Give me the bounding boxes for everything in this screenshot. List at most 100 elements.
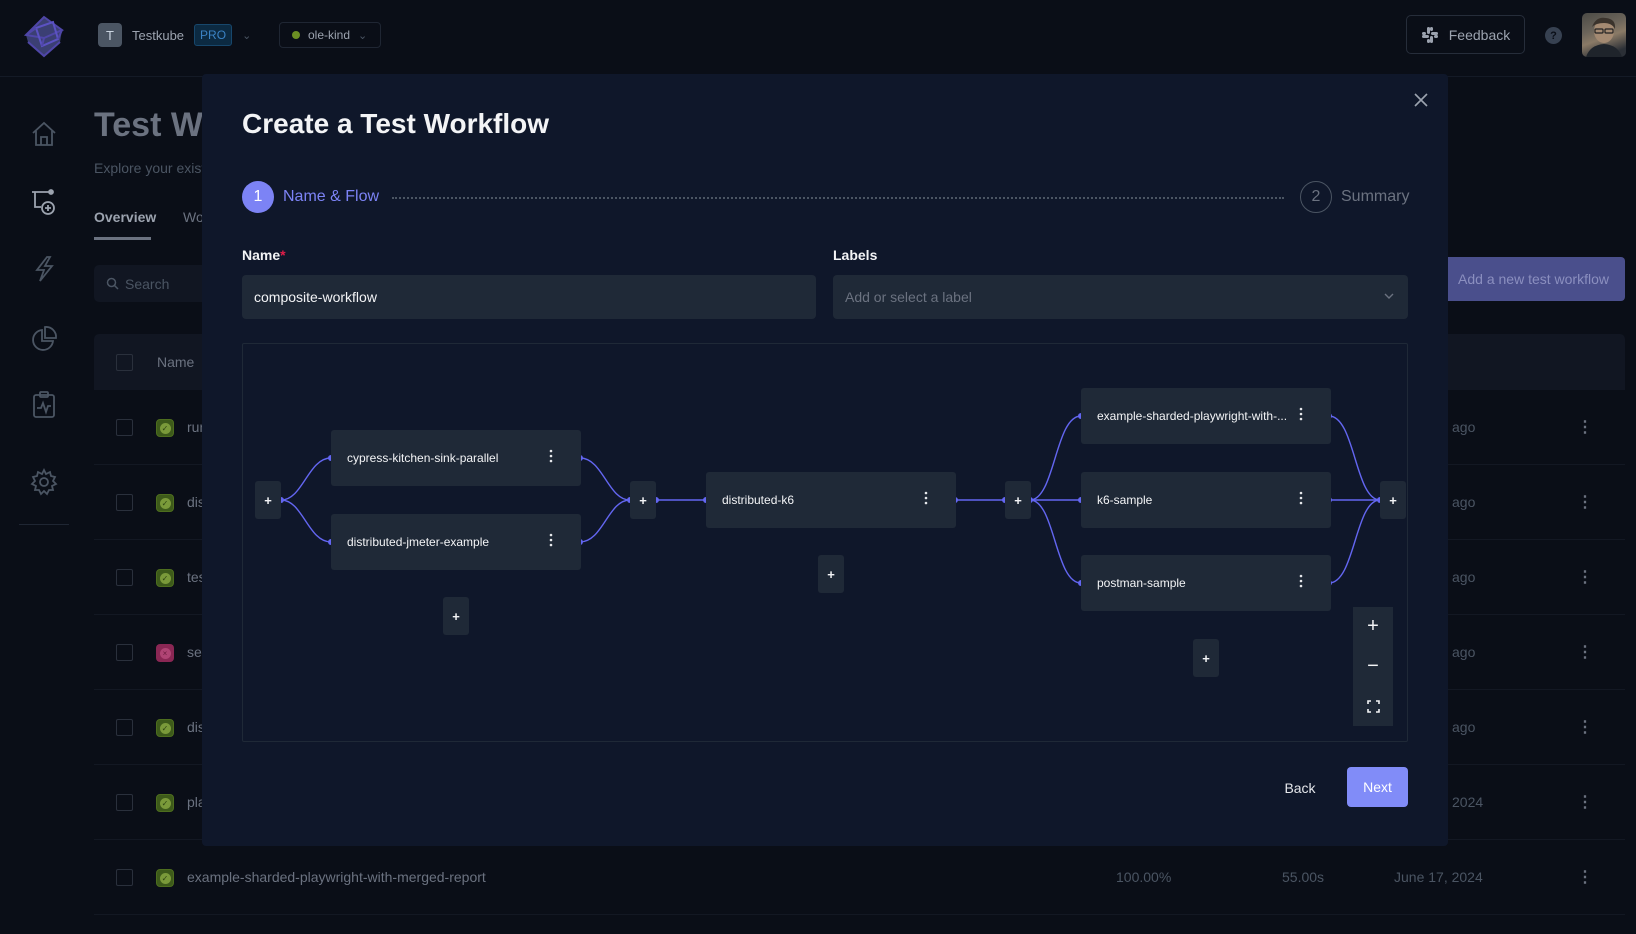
add-test-workflow-button[interactable]: Add a new test workflow — [1420, 257, 1625, 301]
row-checkbox[interactable] — [116, 719, 133, 736]
node-more-icon[interactable] — [1299, 490, 1303, 506]
row-checkbox[interactable] — [116, 794, 133, 811]
next-button[interactable]: Next — [1347, 767, 1408, 807]
row-checkbox[interactable] — [116, 869, 133, 886]
flow-node[interactable]: example-sharded-playwright-with-... — [1081, 388, 1331, 444]
node-more-icon[interactable] — [1299, 573, 1303, 589]
name-label-text: Name — [242, 247, 281, 263]
node-more-icon[interactable] — [1299, 406, 1303, 422]
row-name: example-sharded-playwright-with-merged-r… — [187, 869, 486, 885]
search-placeholder: Search — [125, 275, 170, 292]
user-photo — [1586, 17, 1622, 57]
lightning-icon[interactable] — [29, 254, 59, 284]
node-more-icon[interactable] — [549, 532, 553, 548]
fit-view-button[interactable] — [1353, 687, 1393, 726]
labels-select[interactable]: Add or select a label — [833, 275, 1408, 319]
chevron-down-icon: ⌄ — [242, 29, 252, 42]
step-label: Summary — [1341, 188, 1410, 205]
row-more-icon[interactable]: ⋮ — [1577, 717, 1593, 737]
row-checkbox[interactable] — [116, 644, 133, 661]
fullscreen-icon — [1366, 699, 1380, 713]
row-more-icon[interactable]: ⋮ — [1577, 792, 1593, 812]
row-checkbox[interactable] — [116, 494, 133, 511]
row-date: ago — [1452, 569, 1476, 585]
zoom-in-button[interactable]: + — [1353, 607, 1393, 646]
workflow-name-input[interactable] — [242, 275, 816, 319]
add-parallel-step-button[interactable]: + — [443, 597, 469, 635]
close-icon[interactable] — [1410, 89, 1432, 111]
feedback-label: Feedback — [1448, 26, 1511, 43]
environment-switcher[interactable]: ole-kind ⌄ — [279, 22, 381, 48]
chevron-down-icon: ⌄ — [358, 29, 368, 42]
search-icon — [106, 277, 119, 290]
required-mark: * — [280, 247, 286, 263]
zoom-out-button[interactable]: − — [1353, 647, 1393, 686]
sidebar-divider — [19, 524, 69, 525]
help-icon[interactable]: ? — [1545, 27, 1562, 44]
row-date: ago — [1452, 419, 1476, 435]
sidebar — [0, 77, 88, 927]
node-more-icon[interactable] — [549, 448, 553, 464]
row-more-icon[interactable]: ⋮ — [1577, 642, 1593, 662]
step-number: 2 — [1300, 181, 1332, 213]
row-pass-rate: 100.00% — [1116, 869, 1172, 885]
step-name-flow: 1 Name & Flow — [242, 181, 379, 213]
row-date: ago — [1452, 644, 1476, 660]
tab-overview[interactable]: Overview — [94, 209, 156, 225]
organization-switcher[interactable]: T Testkube PRO ⌄ — [98, 23, 251, 47]
feedback-button[interactable]: Feedback — [1406, 15, 1525, 54]
back-button[interactable]: Back — [1270, 768, 1330, 808]
pie-chart-icon[interactable] — [29, 324, 59, 354]
select-all-checkbox[interactable] — [116, 354, 133, 371]
flow-node[interactable]: distributed-k6 — [706, 472, 956, 528]
testkube-logo-icon[interactable] — [22, 12, 66, 58]
stepper-connector — [392, 197, 1284, 199]
add-parallel-step-button[interactable]: + — [1193, 639, 1219, 677]
org-name: Testkube — [132, 27, 185, 43]
add-parallel-step-button[interactable]: + — [818, 555, 844, 593]
slack-icon — [1421, 26, 1438, 43]
flow-node[interactable]: distributed-jmeter-example — [331, 514, 581, 570]
status-passed-icon: ✓ — [156, 419, 174, 437]
node-label: cypress-kitchen-sink-parallel — [347, 451, 499, 465]
add-step-between-button[interactable]: + — [1005, 481, 1031, 519]
row-date: 2024 — [1452, 794, 1484, 810]
org-avatar: T — [98, 23, 122, 47]
add-step-end-button[interactable]: + — [1380, 481, 1406, 519]
workflow-flow-canvas[interactable]: + cypress-kitchen-sink-parallel distribu… — [242, 343, 1408, 742]
labels-field-label: Labels — [833, 247, 878, 263]
row-more-icon[interactable]: ⋮ — [1577, 492, 1593, 512]
user-avatar[interactable] — [1582, 13, 1626, 57]
status-failed-icon: × — [156, 644, 174, 662]
node-label: k6-sample — [1097, 493, 1153, 507]
status-passed-icon: ✓ — [156, 494, 174, 512]
status-passed-icon: ✓ — [156, 719, 174, 737]
step-number: 1 — [242, 181, 274, 213]
environment-name: ole-kind — [308, 28, 351, 42]
status-passed-icon: ✓ — [156, 794, 174, 812]
add-parallel-start-button[interactable]: + — [255, 481, 281, 519]
table-row[interactable]: ✓ example-sharded-playwright-with-merged… — [94, 840, 1625, 915]
flow-node[interactable]: cypress-kitchen-sink-parallel — [331, 430, 581, 486]
clipboard-pulse-icon[interactable] — [29, 390, 59, 420]
gear-icon[interactable] — [29, 467, 59, 497]
top-bar: T Testkube PRO ⌄ ole-kind ⌄ Feedback ? — [0, 0, 1636, 77]
home-icon[interactable] — [29, 119, 59, 149]
chevron-down-icon — [1384, 293, 1394, 299]
plan-badge: PRO — [194, 24, 233, 46]
row-more-icon[interactable]: ⋮ — [1577, 867, 1593, 887]
row-more-icon[interactable]: ⋮ — [1577, 567, 1593, 587]
node-more-icon[interactable] — [924, 490, 928, 506]
row-more-icon[interactable]: ⋮ — [1577, 417, 1593, 437]
node-label: postman-sample — [1097, 576, 1186, 590]
labels-placeholder: Add or select a label — [845, 289, 972, 305]
row-checkbox[interactable] — [116, 569, 133, 586]
workflow-add-icon[interactable] — [29, 187, 59, 217]
status-passed-icon: ✓ — [156, 569, 174, 587]
node-label: distributed-jmeter-example — [347, 535, 490, 549]
row-date: ago — [1452, 719, 1476, 735]
row-checkbox[interactable] — [116, 419, 133, 436]
flow-node[interactable]: k6-sample — [1081, 472, 1331, 528]
flow-node[interactable]: postman-sample — [1081, 555, 1331, 611]
add-step-between-button[interactable]: + — [630, 481, 656, 519]
